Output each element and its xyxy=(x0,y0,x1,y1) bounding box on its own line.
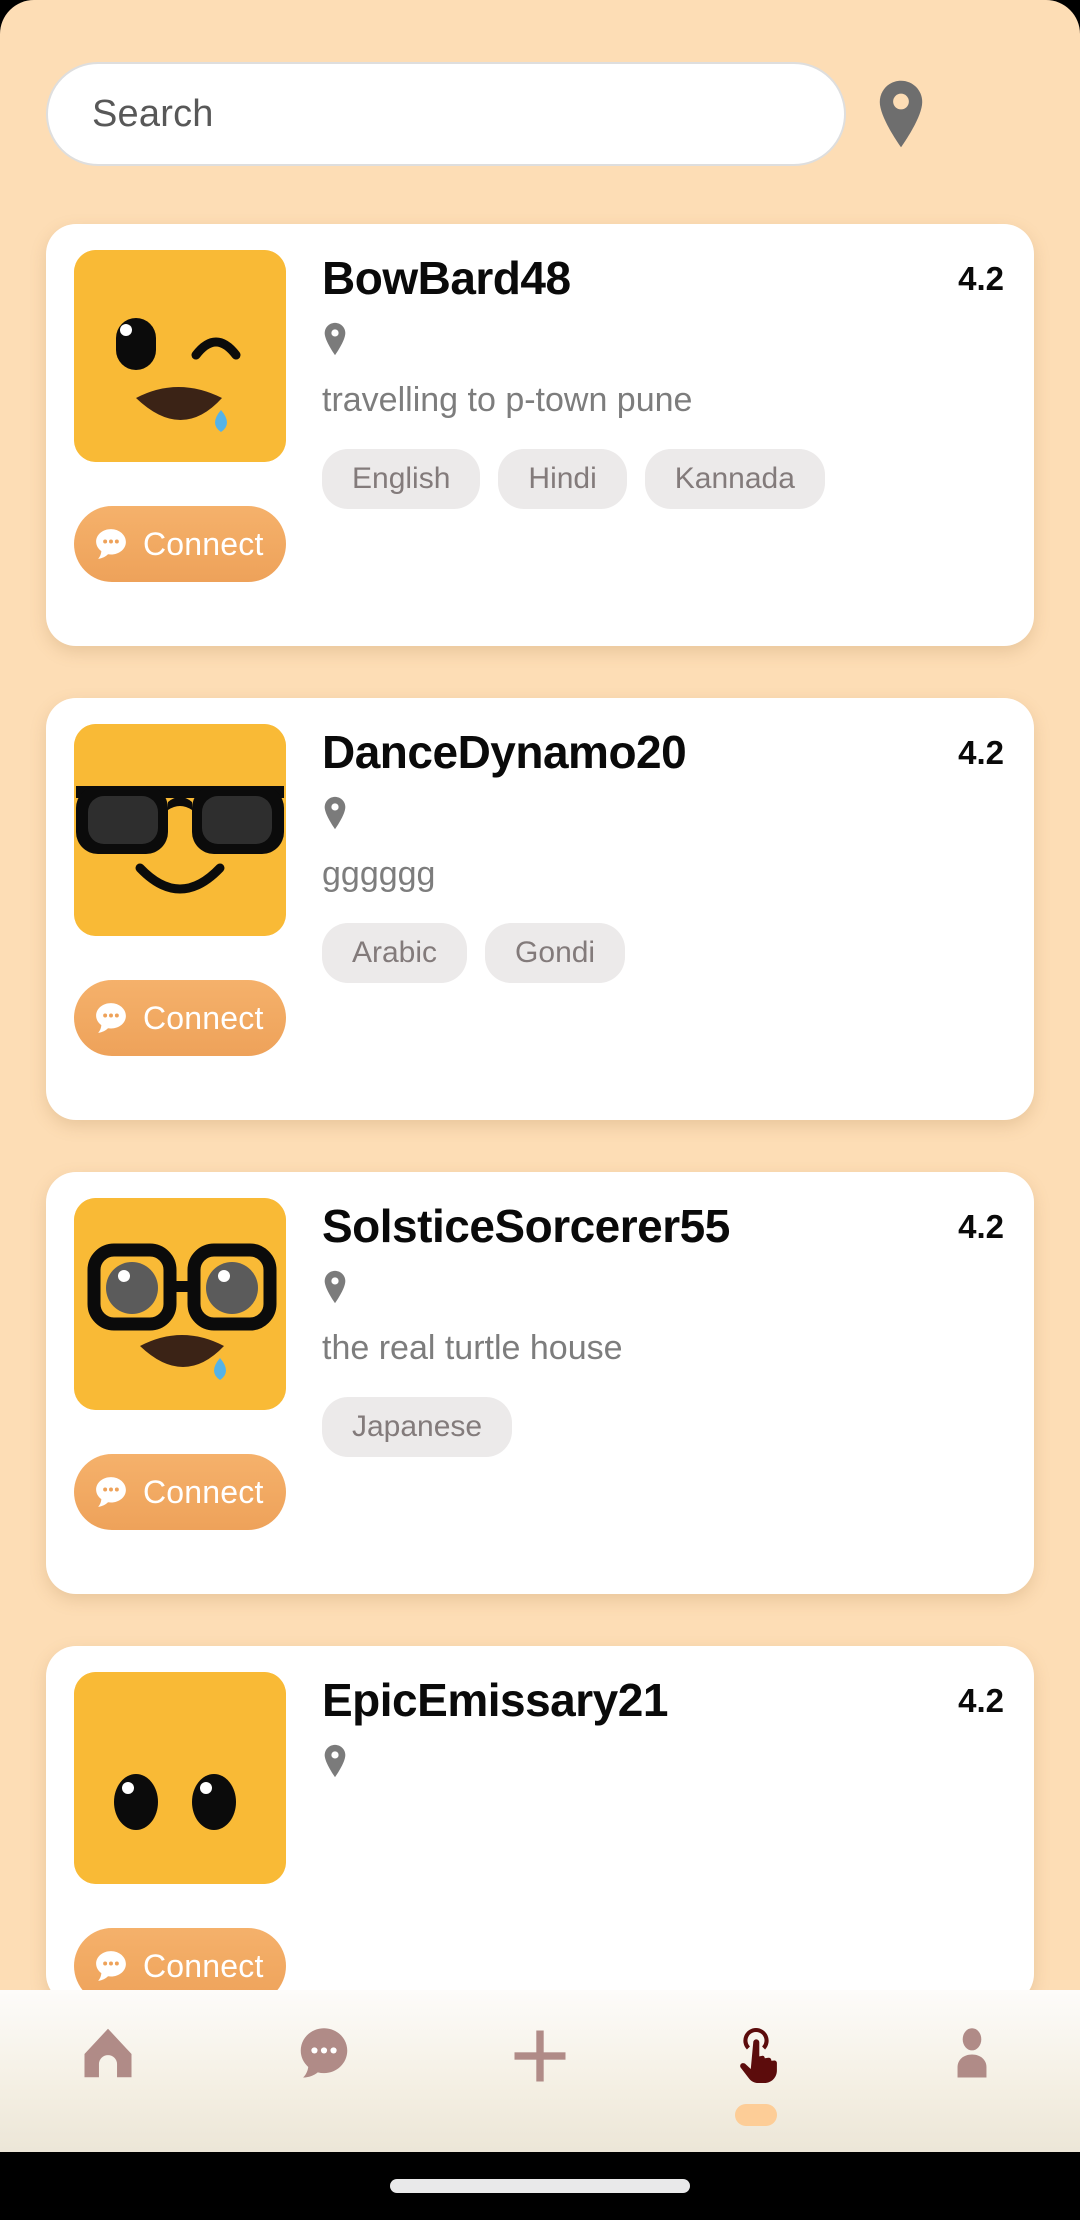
tap-hand-icon xyxy=(723,2022,789,2088)
card-bottom-spacer xyxy=(46,1530,1034,1594)
home-icon xyxy=(77,2022,139,2084)
system-home-bar xyxy=(0,2152,1080,2220)
name-row: DanceDynamo20 4.2 xyxy=(322,726,1004,778)
phone-frame: Search Connect BowBard48 4.2 travelling to … xyxy=(0,0,1080,2220)
app-viewport: Search Connect BowBard48 4.2 travelling to … xyxy=(0,0,1080,2152)
profile-card-right: SolsticeSorcerer55 4.2 the real turtle hou… xyxy=(286,1198,1004,1458)
connect-button-label: Connect xyxy=(143,1947,264,1984)
profile-card[interactable]: Connect EpicEmissary21 4.2 xyxy=(46,1646,1034,1990)
username: SolsticeSorcerer55 xyxy=(322,1200,730,1252)
bottom-navigation-bar xyxy=(0,1990,1080,2152)
language-chip-list: Arabic Gondi xyxy=(322,923,1004,984)
language-chip[interactable]: English xyxy=(322,449,481,510)
plus-icon xyxy=(506,2022,574,2090)
profile-card-list: Connect BowBard48 4.2 travelling to p-town … xyxy=(0,166,1080,1990)
person-icon xyxy=(941,2022,1003,2084)
language-chip[interactable]: Arabic xyxy=(322,923,468,984)
status-text: gggggg xyxy=(322,855,436,894)
nav-item-add[interactable] xyxy=(465,2022,615,2128)
location-pin-icon xyxy=(324,796,346,829)
rating-value: 4.2 xyxy=(958,260,1004,297)
profile-card-body: Connect BowBard48 4.2 travelling to p-town … xyxy=(46,250,1034,582)
location-pin-icon xyxy=(322,796,348,835)
location-pin-icon xyxy=(874,79,928,149)
card-bottom-spacer xyxy=(46,1056,1034,1120)
chat-bubble-icon xyxy=(92,1473,130,1511)
language-chip[interactable]: Kannada xyxy=(644,449,825,510)
language-chip[interactable]: Gondi xyxy=(485,923,626,984)
connect-button[interactable]: Connect xyxy=(74,1928,286,1990)
profile-card[interactable]: Connect SolsticeSorcerer55 4.2 the real tur… xyxy=(46,1172,1034,1594)
connect-button[interactable]: Connect xyxy=(74,1454,286,1530)
profile-card[interactable]: Connect BowBard48 4.2 travelling to p-town … xyxy=(46,224,1034,646)
location-pin-icon xyxy=(324,322,346,355)
profile-card-body: Connect EpicEmissary21 4.2 xyxy=(46,1672,1034,1990)
profile-card-right: DanceDynamo20 4.2 gggggg Arabic Gondi xyxy=(286,724,1004,984)
avatar[interactable] xyxy=(74,1198,286,1410)
connect-button[interactable]: Connect xyxy=(74,506,286,582)
profile-card-left: Connect xyxy=(74,1672,286,1990)
location-pin-icon xyxy=(322,1270,348,1309)
home-indicator[interactable] xyxy=(390,2179,690,2193)
connect-button-label: Connect xyxy=(143,999,264,1036)
nav-active-indicator xyxy=(735,2104,777,2126)
name-row: BowBard48 4.2 xyxy=(322,252,1004,304)
card-bottom-spacer xyxy=(46,582,1034,646)
language-chip-list: English Hindi Kannada xyxy=(322,449,1004,510)
profile-card[interactable]: Connect DanceDynamo20 4.2 gggggg Arabic Gondi xyxy=(46,698,1034,1120)
chat-bubble-icon xyxy=(293,2022,355,2084)
chat-bubble-icon xyxy=(92,999,130,1037)
scrollable-content[interactable]: Search Connect BowBard48 4.2 travelling to … xyxy=(0,0,1080,1990)
location-row xyxy=(322,1270,1004,1309)
language-chip-list: Japanese xyxy=(322,1397,1004,1458)
nav-item-home[interactable] xyxy=(33,2022,183,2122)
location-pin-icon xyxy=(322,322,348,361)
nav-item-discover[interactable] xyxy=(681,2022,831,2126)
profile-card-left: Connect xyxy=(74,1198,286,1530)
search-placeholder: Search xyxy=(92,92,214,135)
search-row: Search xyxy=(0,0,1080,166)
profile-card-body: Connect SolsticeSorcerer55 4.2 the real tur… xyxy=(46,1198,1034,1530)
rating-value: 4.2 xyxy=(958,1682,1004,1719)
search-input[interactable]: Search xyxy=(46,62,846,166)
profile-card-left: Connect xyxy=(74,724,286,1056)
connect-button-label: Connect xyxy=(143,1473,264,1510)
avatar[interactable] xyxy=(74,1672,286,1884)
rating-value: 4.2 xyxy=(958,1208,1004,1245)
location-row xyxy=(322,796,1004,835)
nav-item-chats[interactable] xyxy=(249,2022,399,2122)
name-row: SolsticeSorcerer55 4.2 xyxy=(322,1200,1004,1252)
location-row xyxy=(322,322,1004,361)
location-filter-button[interactable] xyxy=(846,62,956,166)
language-chip[interactable]: Hindi xyxy=(498,449,627,510)
status-text: the real turtle house xyxy=(322,1329,623,1368)
avatar[interactable] xyxy=(74,250,286,462)
name-row: EpicEmissary21 4.2 xyxy=(322,1674,1004,1726)
connect-button-label: Connect xyxy=(143,525,264,562)
chat-bubble-icon xyxy=(92,525,130,563)
username: BowBard48 xyxy=(322,252,571,304)
location-pin-icon xyxy=(324,1744,346,1777)
location-row xyxy=(322,1744,1004,1783)
chat-bubble-icon xyxy=(92,1947,130,1985)
location-pin-icon xyxy=(322,1744,348,1783)
avatar[interactable] xyxy=(74,724,286,936)
language-chip[interactable]: Japanese xyxy=(322,1397,513,1458)
status-text: travelling to p-town pune xyxy=(322,381,693,420)
rating-value: 4.2 xyxy=(958,734,1004,771)
location-pin-icon xyxy=(324,1270,346,1303)
nav-item-profile[interactable] xyxy=(897,2022,1047,2122)
connect-button[interactable]: Connect xyxy=(74,980,286,1056)
profile-card-right: EpicEmissary21 4.2 xyxy=(286,1672,1004,1808)
username: DanceDynamo20 xyxy=(322,726,687,778)
profile-card-right: BowBard48 4.2 travelling to p-town pune Eng… xyxy=(286,250,1004,510)
profile-card-left: Connect xyxy=(74,250,286,582)
username: EpicEmissary21 xyxy=(322,1674,668,1726)
profile-card-body: Connect DanceDynamo20 4.2 gggggg Arabic Gondi xyxy=(46,724,1034,1056)
